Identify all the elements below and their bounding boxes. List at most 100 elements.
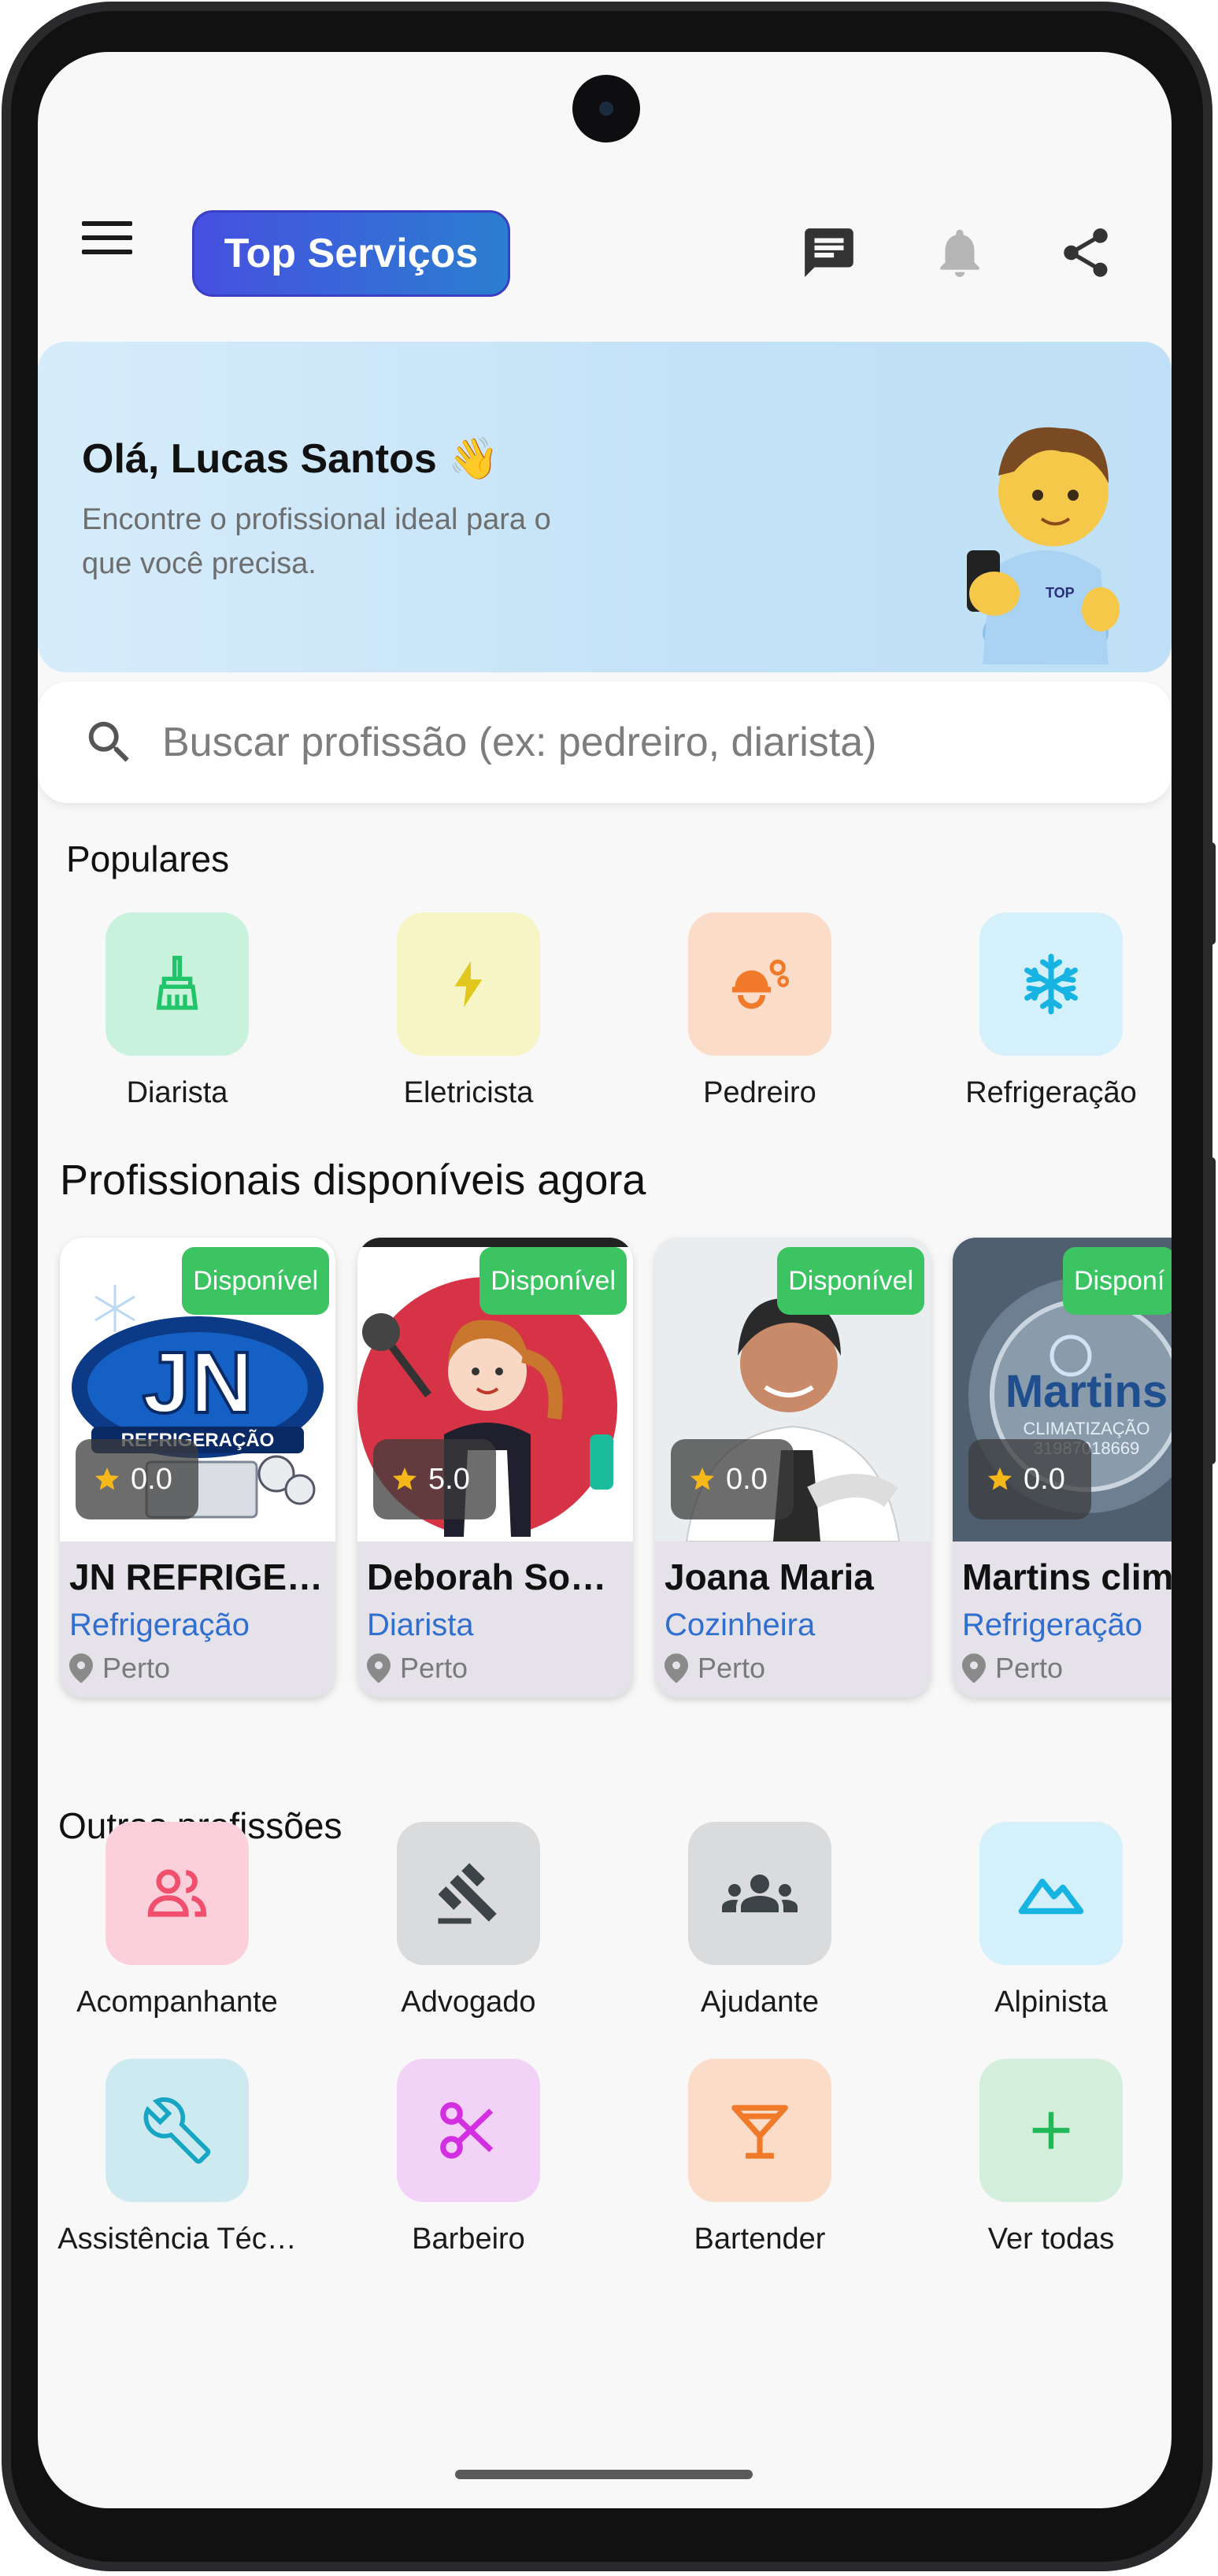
category-label: Eletricista bbox=[403, 1076, 534, 1109]
snowflake-icon bbox=[1024, 953, 1078, 1015]
menu-icon bbox=[82, 221, 132, 226]
professional-location: Perto bbox=[367, 1652, 468, 1685]
construction-worker-icon bbox=[732, 959, 790, 1009]
category-label: Acompanhante bbox=[76, 1986, 278, 2019]
category-label: Alpinista bbox=[994, 1986, 1108, 2019]
people-icon bbox=[147, 1869, 207, 1917]
view-all-button[interactable]: Ver todas bbox=[917, 2059, 1172, 2256]
availability-badge: Disponí bbox=[1063, 1247, 1172, 1315]
availability-badge: Disponível bbox=[182, 1247, 329, 1315]
rating-value: 0.0 bbox=[726, 1462, 768, 1496]
broom-icon bbox=[156, 956, 198, 1010]
bell-icon bbox=[940, 229, 979, 277]
category-label: Assistência Téc… bbox=[57, 2223, 297, 2256]
professional-location: Perto bbox=[665, 1652, 765, 1685]
professional-profession: Refrigeração bbox=[69, 1608, 250, 1642]
wrench-icon bbox=[143, 2097, 211, 2164]
category-label: Bartender bbox=[694, 2223, 826, 2256]
professional-name: Deborah Sou… bbox=[367, 1556, 627, 1597]
search-input[interactable] bbox=[161, 718, 1109, 767]
search-icon bbox=[88, 721, 129, 762]
welcome-subtitle: Encontre o profissional ideal para o que… bbox=[82, 503, 551, 580]
category-alpinista[interactable]: Alpinista bbox=[917, 1822, 1172, 2019]
category-advogado[interactable]: Advogado bbox=[335, 1822, 602, 2019]
svg-text:TOP: TOP bbox=[1046, 585, 1075, 601]
scissors-icon bbox=[440, 2102, 494, 2159]
share-button[interactable] bbox=[1050, 217, 1121, 288]
popular-title: Populares bbox=[66, 838, 230, 879]
category-refrigeracao[interactable]: Refrigeração bbox=[917, 912, 1172, 1110]
category-acompanhante[interactable]: Acompanhante bbox=[43, 1822, 311, 2019]
cocktail-icon bbox=[731, 2104, 788, 2159]
greeting: Olá, Lucas Santos 👋 bbox=[82, 436, 500, 482]
category-label: Refrigeração bbox=[965, 1076, 1137, 1109]
professional-name: JN REFRIGE… bbox=[69, 1556, 324, 1597]
category-diarista[interactable]: Diarista bbox=[43, 912, 311, 1110]
professional-profession: Diarista bbox=[367, 1608, 474, 1642]
plus-icon bbox=[1032, 2112, 1070, 2149]
svg-text:JN: JN bbox=[143, 1334, 254, 1431]
star-icon bbox=[95, 1468, 119, 1490]
brand-logo: Top Serviços bbox=[192, 210, 510, 297]
category-label: Ajudante bbox=[700, 1986, 819, 2019]
rating-badge: 0.0 bbox=[671, 1439, 794, 1519]
professional-name: Martins clim bbox=[962, 1556, 1172, 1597]
rating-badge: 0.0 bbox=[76, 1439, 198, 1519]
professional-card[interactable]: Martins CLIMATIZAÇÃO 31987018669 Disponí… bbox=[953, 1238, 1172, 1697]
star-icon bbox=[988, 1468, 1012, 1490]
rating-value: 0.0 bbox=[131, 1462, 172, 1496]
category-label: Advogado bbox=[401, 1986, 536, 2019]
category-pedreiro[interactable]: Pedreiro bbox=[626, 912, 894, 1110]
avatar-illustration: TOP bbox=[967, 427, 1120, 664]
location-pin-icon bbox=[962, 1653, 986, 1683]
svg-text:CLIMATIZAÇÃO: CLIMATIZAÇÃO bbox=[1024, 1419, 1150, 1438]
mountain-icon bbox=[1018, 1878, 1084, 1915]
side-button bbox=[1208, 842, 1216, 945]
star-icon bbox=[393, 1468, 416, 1490]
lightning-icon bbox=[454, 960, 483, 1008]
category-ajudante[interactable]: Ajudante bbox=[626, 1822, 894, 2019]
rating-value: 5.0 bbox=[428, 1462, 470, 1496]
category-eletricista[interactable]: Eletricista bbox=[335, 912, 602, 1110]
front-camera bbox=[572, 75, 640, 142]
share-icon bbox=[1064, 228, 1108, 277]
professional-card[interactable]: JN REFRIGERAÇÃO Disponível 0.0 JN REFRIG… bbox=[60, 1238, 335, 1697]
gavel-icon bbox=[438, 1863, 497, 1924]
professional-profession: Refrigeração bbox=[962, 1608, 1143, 1642]
availability-badge: Disponível bbox=[777, 1247, 924, 1315]
menu-button[interactable] bbox=[82, 209, 139, 266]
professional-card[interactable]: Disponível 0.0 Joana Maria Cozinheira Pe… bbox=[655, 1238, 931, 1697]
professional-location: Perto bbox=[69, 1652, 170, 1685]
professional-location: Perto bbox=[962, 1652, 1063, 1685]
search-bar[interactable] bbox=[38, 682, 1172, 803]
star-icon bbox=[690, 1468, 714, 1490]
home-indicator[interactable] bbox=[455, 2470, 753, 2479]
location-pin-icon bbox=[665, 1653, 688, 1683]
professional-profession: Cozinheira bbox=[665, 1608, 816, 1642]
category-label: Pedreiro bbox=[703, 1076, 816, 1109]
svg-text:Martins: Martins bbox=[1005, 1366, 1168, 1417]
category-label: Ver todas bbox=[987, 2223, 1115, 2256]
rating-value: 0.0 bbox=[1024, 1462, 1065, 1496]
chat-button[interactable] bbox=[794, 217, 864, 288]
phone-frame: Top Serviços Olá, Lucas Santos 👋 Encontr… bbox=[0, 0, 1218, 2576]
category-assistencia-tecnica[interactable]: Assistência Téc… bbox=[43, 2059, 311, 2256]
professional-card[interactable]: Disponível 5.0 Deborah Sou… Diarista Per… bbox=[357, 1238, 633, 1697]
rating-badge: 5.0 bbox=[373, 1439, 496, 1519]
location-pin-icon bbox=[69, 1653, 93, 1683]
volume-button bbox=[1208, 1157, 1216, 1464]
professional-name: Joana Maria bbox=[665, 1556, 874, 1597]
category-bartender[interactable]: Bartender bbox=[626, 2059, 894, 2256]
availability-badge: Disponível bbox=[479, 1247, 627, 1315]
location-pin-icon bbox=[367, 1653, 391, 1683]
professionals-title: Profissionais disponíveis agora bbox=[60, 1157, 646, 1204]
category-label: Diarista bbox=[126, 1076, 228, 1109]
chat-icon bbox=[805, 228, 853, 277]
screen: Top Serviços Olá, Lucas Santos 👋 Encontr… bbox=[38, 52, 1172, 2508]
notifications-button[interactable] bbox=[924, 217, 995, 288]
category-label: Barbeiro bbox=[412, 2223, 525, 2256]
group-icon bbox=[722, 1875, 798, 1912]
rating-badge: 0.0 bbox=[968, 1439, 1091, 1519]
welcome-banner: Olá, Lucas Santos 👋 Encontre o profissio… bbox=[38, 342, 1172, 672]
category-barbeiro[interactable]: Barbeiro bbox=[335, 2059, 602, 2256]
